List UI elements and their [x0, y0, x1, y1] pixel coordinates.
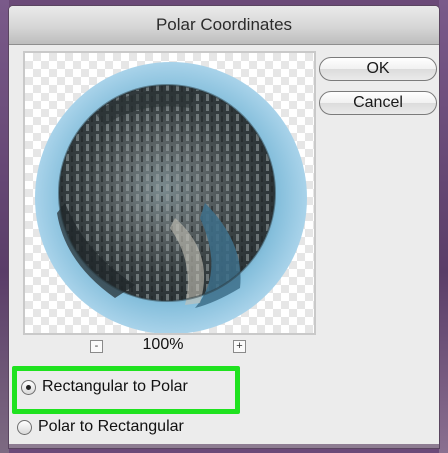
polar-coordinates-dialog: Polar Coordinates OK Cancel - 100% + Rec… — [9, 6, 439, 448]
polar-to-rectangular-label: Polar to Rectangular — [38, 418, 184, 435]
rectangular-to-polar-label: Rectangular to Polar — [42, 378, 188, 395]
desktop-edge-right — [439, 0, 448, 453]
filter-preview[interactable] — [23, 51, 316, 335]
ok-button[interactable]: OK — [319, 57, 437, 81]
zoom-in-button[interactable]: + — [233, 340, 246, 353]
polar-to-rectangular-option[interactable]: Polar to Rectangular — [17, 418, 184, 436]
cancel-button[interactable]: Cancel — [319, 91, 437, 115]
preview-image — [35, 62, 307, 333]
dialog-title: Polar Coordinates — [155, 15, 293, 34]
desktop-edge-left — [0, 0, 9, 453]
window-bottom-edge — [9, 444, 439, 448]
polar-to-rectangular-radio[interactable] — [17, 419, 32, 435]
title-bar: Polar Coordinates — [9, 6, 439, 45]
zoom-out-button[interactable]: - — [90, 340, 103, 353]
rectangular-to-polar-radio[interactable] — [21, 379, 36, 395]
zoom-level: 100% — [142, 336, 184, 353]
rectangular-to-polar-option[interactable]: Rectangular to Polar — [21, 378, 188, 396]
radio-selected-dot — [26, 384, 31, 390]
